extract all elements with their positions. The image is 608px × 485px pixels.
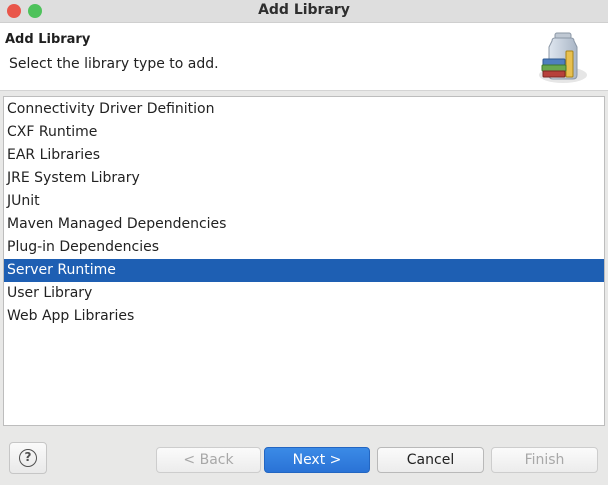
window-title: Add Library (258, 2, 350, 18)
list-item[interactable]: JUnit (4, 190, 604, 213)
title-bar: Add Library (0, 0, 608, 23)
back-button[interactable]: < Back (156, 447, 261, 473)
next-button[interactable]: Next > (264, 447, 370, 473)
cancel-button[interactable]: Cancel (377, 447, 484, 473)
help-icon: ? (19, 449, 37, 467)
list-item[interactable]: Server Runtime (4, 259, 604, 282)
list-item[interactable]: CXF Runtime (4, 121, 604, 144)
list-item[interactable]: User Library (4, 282, 604, 305)
library-type-list[interactable]: Connectivity Driver Definition CXF Runtim… (3, 96, 605, 426)
list-item[interactable]: JRE System Library (4, 167, 604, 190)
library-jar-books-icon (539, 32, 587, 83)
page-description: Select the library type to add. (9, 56, 219, 72)
list-item[interactable]: Plug-in Dependencies (4, 236, 604, 259)
finish-button[interactable]: Finish (491, 447, 598, 473)
help-button[interactable]: ? (9, 442, 47, 474)
list-item[interactable]: Connectivity Driver Definition (4, 98, 604, 121)
list-item[interactable]: Maven Managed Dependencies (4, 213, 604, 236)
wizard-header: Add Library Select the library type to a… (0, 23, 608, 91)
list-item[interactable]: Web App Libraries (4, 305, 604, 328)
page-title: Add Library (5, 32, 91, 47)
list-item[interactable]: EAR Libraries (4, 144, 604, 167)
